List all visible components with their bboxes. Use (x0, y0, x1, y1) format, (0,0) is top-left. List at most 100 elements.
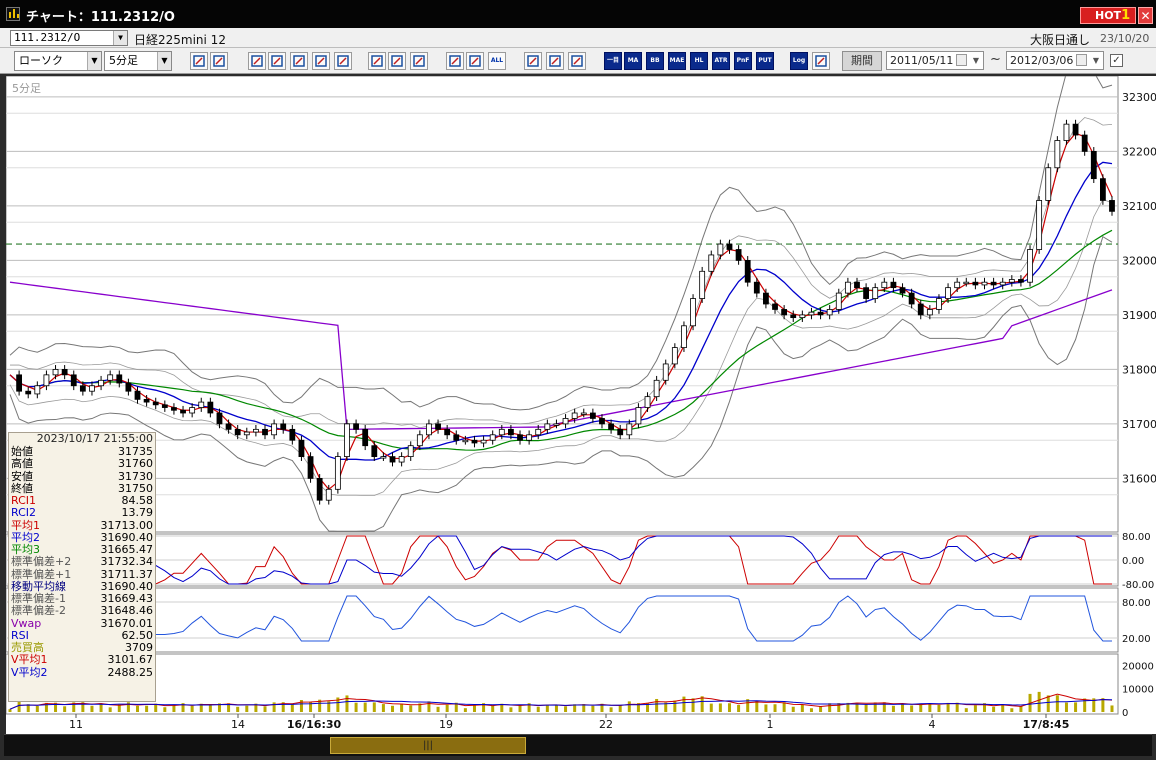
candle-body (936, 298, 942, 310)
ma-icon[interactable]: MA (624, 52, 642, 70)
candle-body (116, 374, 123, 384)
candle-body (945, 287, 951, 299)
candle-body (817, 311, 824, 316)
candle-body (990, 281, 997, 286)
volume-bar (700, 696, 704, 712)
volume-bar (901, 703, 905, 712)
chevron-down-icon[interactable]: ▼ (1089, 52, 1103, 69)
volume-bar (1001, 704, 1005, 712)
volume-bar (737, 704, 741, 712)
candle-body (207, 401, 214, 414)
volume-bar (108, 707, 112, 712)
hot-badge[interactable]: HOT1 (1080, 7, 1136, 24)
period-checkbox[interactable]: ✓ (1110, 54, 1123, 67)
volume-bar (973, 705, 977, 712)
wrench-icon[interactable] (546, 52, 564, 70)
date-from-field[interactable]: 2011/05/11 ▼ (886, 51, 984, 70)
legend-value: 13.79 (121, 506, 154, 520)
ichimoku-icon[interactable]: 一目 (604, 52, 622, 70)
candle-body (407, 445, 414, 458)
hl-icon[interactable]: HL (690, 52, 708, 70)
magnify-icon[interactable] (268, 52, 286, 70)
calendar-icon[interactable] (956, 54, 967, 66)
candle-body (1018, 279, 1024, 283)
atr-icon[interactable]: ATR (712, 52, 730, 70)
volume-bar (208, 705, 212, 712)
arrow-icon[interactable] (388, 52, 406, 70)
chevron-down-icon[interactable]: ▼ (87, 52, 101, 70)
volume-bar (946, 702, 950, 712)
volume-bar (928, 703, 932, 712)
time-scrollbar[interactable]: ||| (4, 734, 1152, 756)
scroll-thumb[interactable]: ||| (330, 737, 526, 754)
log-icon[interactable]: Log (790, 52, 808, 70)
mae-icon[interactable]: MAE (668, 52, 686, 70)
chevron-down-icon[interactable]: ▼ (157, 52, 171, 70)
print-icon[interactable] (334, 52, 352, 70)
legend-row: 標準偏差-2 31648.46 (9, 604, 155, 617)
legend-row: V平均1 3101.67 (9, 653, 155, 666)
candle-body (498, 428, 505, 436)
candle-body (844, 281, 851, 294)
exchange-icon[interactable] (312, 52, 330, 70)
pencil-icon[interactable] (368, 52, 386, 70)
period-button[interactable]: 期間 (842, 51, 882, 71)
candle-body (1036, 200, 1043, 250)
cursor-icon[interactable] (248, 52, 266, 70)
candle-body (98, 379, 104, 387)
chart-canvas[interactable]: 5分足 32300 32200 32100 32000 31900 31800 31700 31… (6, 76, 1156, 734)
interval-select[interactable]: 5分足 ▼ (104, 51, 172, 71)
date-to-field[interactable]: 2012/03/06 ▼ (1006, 51, 1104, 70)
pnf-icon[interactable]: PnF (734, 52, 752, 70)
legend-label: 平均1 (11, 518, 40, 532)
candle-body (1027, 249, 1033, 283)
volume-bar (782, 702, 786, 712)
chart-type-select[interactable]: ローソク ▼ (14, 51, 102, 71)
candle-remove-icon[interactable] (466, 52, 484, 70)
volume-bar (591, 705, 595, 712)
pan-icon[interactable] (210, 52, 228, 70)
candle-body (180, 409, 186, 414)
chart-area[interactable]: 5分足 32300 32200 32100 32000 31900 31800 31700 31… (6, 76, 1156, 734)
symbol-code-field[interactable]: 111.2312/O ▼ (10, 30, 128, 46)
candle-add-icon[interactable] (446, 52, 464, 70)
legend-row: V平均2 2488.25 (9, 666, 155, 679)
volume-bar (409, 705, 413, 712)
volume-bar (190, 705, 194, 712)
redo-icon[interactable] (410, 52, 428, 70)
legend-value: 31713.00 (100, 518, 154, 532)
candle-body (562, 418, 569, 425)
candle-body (772, 303, 778, 310)
volume-bar (509, 707, 513, 712)
candle-body (726, 243, 733, 250)
volume-bar (381, 704, 385, 712)
settings-icon[interactable] (524, 52, 542, 70)
volume-bar (290, 703, 294, 712)
export-icon[interactable] (812, 52, 830, 70)
zoom-icon[interactable] (190, 52, 208, 70)
volume-bar (545, 704, 549, 712)
candle-body (107, 374, 114, 381)
all-icon[interactable]: ALL (488, 52, 506, 70)
candle-body (316, 477, 323, 501)
candle-body (890, 281, 897, 289)
bar-chart-icon[interactable] (290, 52, 308, 70)
chevron-down-icon[interactable]: ▼ (969, 52, 983, 69)
calendar-icon[interactable] (1076, 54, 1087, 66)
chevron-down-icon[interactable]: ▼ (113, 31, 127, 45)
volume-bar (172, 705, 176, 712)
volume-bar (400, 703, 404, 712)
candle-body (489, 434, 496, 441)
candle-body (599, 418, 605, 425)
put-icon[interactable]: PUT (756, 52, 774, 70)
candle-body (617, 428, 624, 436)
color-icon[interactable] (568, 52, 586, 70)
volume-bar (709, 703, 713, 712)
bb-icon[interactable]: BB (646, 52, 664, 70)
candle-body (362, 428, 369, 447)
candle-body (462, 439, 469, 443)
close-button[interactable]: ✕ (1138, 7, 1153, 24)
volume-tick-label: 0 (1122, 708, 1128, 719)
candle-body (544, 423, 551, 430)
price-tick-label: 31900 (1122, 309, 1156, 322)
